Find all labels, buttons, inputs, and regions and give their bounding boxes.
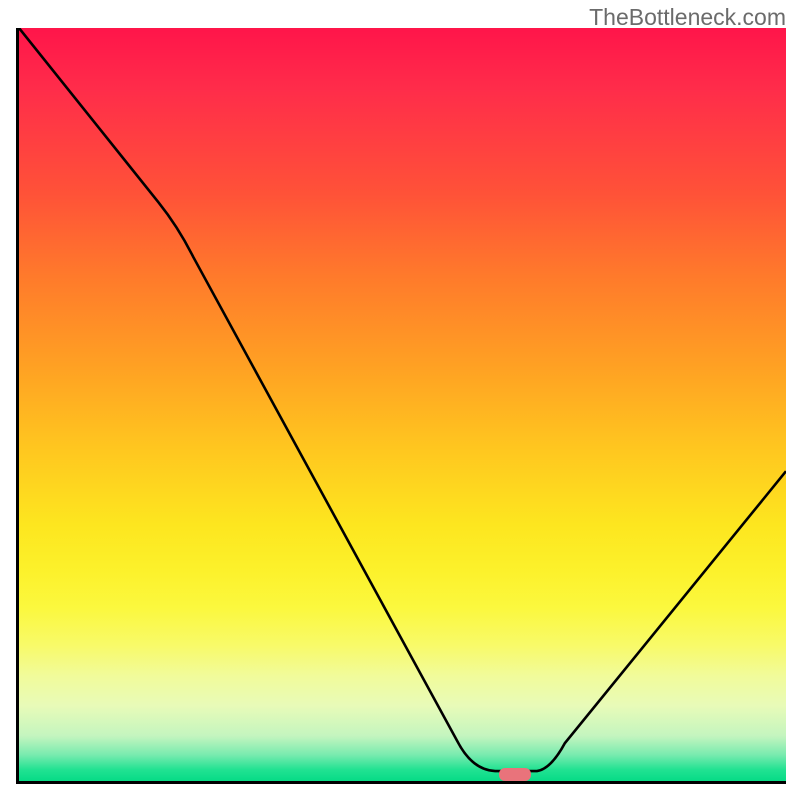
curve-svg xyxy=(19,28,786,781)
plot-area xyxy=(16,28,786,784)
watermark-text: TheBottleneck.com xyxy=(589,4,786,31)
bottleneck-curve xyxy=(19,28,786,771)
bottleneck-chart: TheBottleneck.com xyxy=(0,0,800,800)
optimal-marker xyxy=(499,768,531,781)
